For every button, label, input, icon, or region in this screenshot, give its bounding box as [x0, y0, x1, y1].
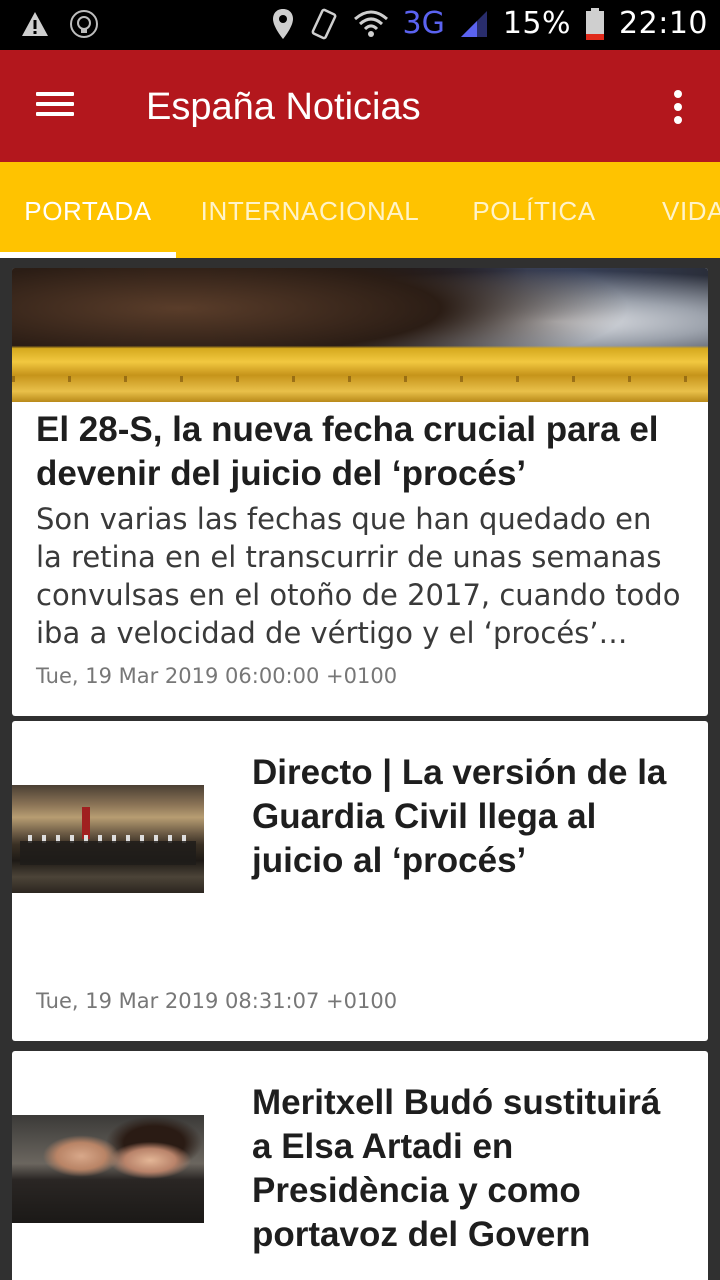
article-title: Directo | La versión de la Guardia Civil…	[252, 753, 667, 880]
app-title: España Noticias	[146, 86, 421, 128]
active-tab-indicator	[0, 252, 176, 258]
article-title: El 28-S, la nueva fecha crucial para el …	[36, 410, 659, 493]
article-description: Son varias las fechas que han quedado en…	[36, 502, 681, 650]
tab-vida[interactable]: VIDA	[630, 162, 720, 258]
signal-icon	[460, 10, 487, 37]
brightness-icon	[70, 10, 98, 38]
article-thumbnail	[12, 1115, 204, 1223]
clock: 22:10	[619, 6, 708, 41]
more-options-icon[interactable]	[666, 86, 690, 130]
battery-icon	[586, 7, 605, 40]
network-type: 3G	[402, 6, 445, 41]
battery-percentage: 15%	[502, 6, 572, 41]
status-bar: 3G 15% 22:10	[0, 0, 720, 50]
tab-portada[interactable]: PORTADA	[0, 162, 176, 258]
alert-icon	[22, 12, 48, 36]
article-date: Tue, 19 Mar 2019 06:00:00 +0100	[36, 664, 398, 688]
article-card[interactable]: Directo | La versión de la Guardia Civil…	[12, 721, 708, 1041]
article-title: Meritxell Budó sustituirá a Elsa Artadi …	[252, 1083, 661, 1254]
tab-internacional[interactable]: INTERNACIONAL	[180, 162, 440, 258]
location-icon	[272, 8, 293, 39]
category-tabs: PORTADA INTERNACIONAL POLÍTICA VIDA	[0, 162, 720, 258]
wifi-icon	[353, 10, 388, 37]
article-card-featured[interactable]: El 28-S, la nueva fecha crucial para el …	[12, 268, 708, 716]
app-bar: España Noticias	[0, 50, 720, 162]
article-hero-image	[12, 268, 708, 402]
menu-icon[interactable]	[30, 86, 82, 130]
vibrate-icon	[311, 8, 336, 39]
tab-politica[interactable]: POLÍTICA	[450, 162, 618, 258]
article-card[interactable]: Meritxell Budó sustituirá a Elsa Artadi …	[12, 1051, 708, 1280]
article-date: Tue, 19 Mar 2019 08:31:07 +0100	[36, 989, 398, 1013]
article-thumbnail	[12, 785, 204, 893]
